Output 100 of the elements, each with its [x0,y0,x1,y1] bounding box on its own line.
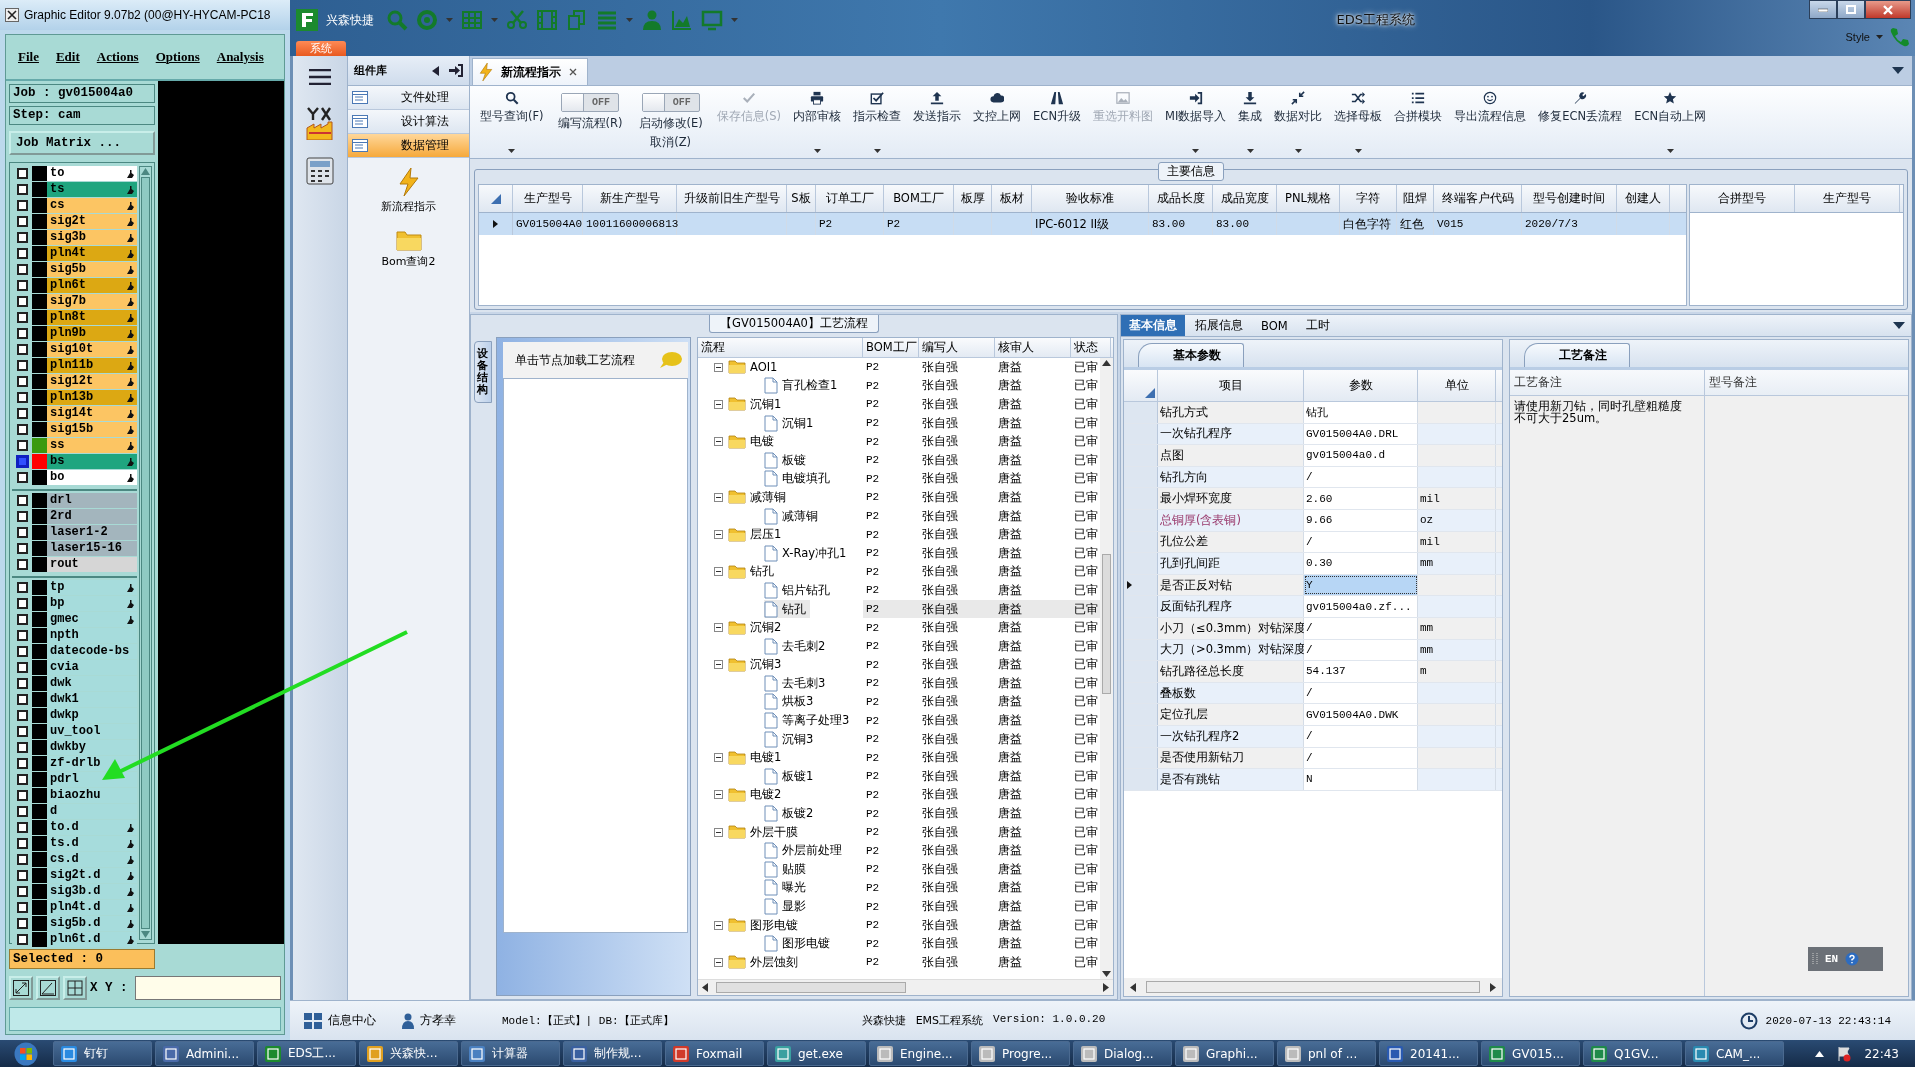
toolbar-button[interactable]: 选择母板 [1328,89,1389,155]
document-tab[interactable]: 新流程指示 [472,58,588,85]
scroll-right-icon[interactable] [1103,983,1109,992]
column-header[interactable]: 生产型号 [513,185,583,212]
layer-checkbox[interactable] [16,184,28,195]
tree-row[interactable]: 减薄铜 P2 张自强 唐益 已审 [698,488,1100,507]
value-field[interactable]: GV015004A0.DWK [1304,704,1418,725]
tree-item[interactable]: 外层蚀刻 [728,953,802,972]
column-header[interactable]: BOM工厂 [863,338,919,357]
measure-tool-button[interactable] [36,976,60,1000]
taskbar-button[interactable]: CAM_... [1685,1041,1784,1066]
column-header[interactable]: 流程 [698,338,863,357]
library-item[interactable]: 数据管理 [348,134,469,158]
dropdown-icon[interactable] [1893,322,1905,329]
layer-checkbox[interactable] [16,678,28,689]
layer-checkbox[interactable] [16,742,28,753]
layer-name[interactable]: d [50,804,58,819]
toolbar-button[interactable]: 型号查询(F) [474,89,550,155]
tree-row[interactable]: 等离子处理3 P2 张自强 唐益 已审 [698,711,1100,730]
value-field[interactable]: / [1304,531,1418,553]
lightning-icon[interactable] [397,168,420,196]
tree-item[interactable]: 减薄铜 [728,488,790,507]
layer-checkbox[interactable] [16,456,28,467]
scrollbar[interactable] [1100,358,1113,979]
sub-tab[interactable]: 基本参数 [1138,343,1244,367]
cancel-link[interactable]: 取消(Z) [650,135,692,150]
layer-checkbox[interactable] [16,694,28,705]
layer-checkbox[interactable] [16,758,28,769]
layer-name[interactable]: bp [50,596,65,611]
collapse-toggle-icon[interactable] [714,660,723,670]
layer-checkbox[interactable] [16,806,28,817]
toolbar-button[interactable]: 导出流程信息 [1448,89,1533,155]
tree-item[interactable]: 烘板3 [764,692,818,712]
value-field[interactable]: N [1304,769,1418,790]
tree-row[interactable]: 沉铜1 P2 张自强 唐益 已审 [698,413,1100,433]
library-item[interactable]: 文件处理 [348,86,469,110]
taskbar-button[interactable]: Dialog... [1073,1041,1172,1066]
shortcut-label[interactable]: 新流程指示 [381,199,436,214]
layer-checkbox[interactable] [16,472,28,483]
sign-in-icon[interactable] [449,64,463,77]
value-field[interactable]: gv015004a0.d [1304,445,1418,466]
layer-name[interactable]: ss [50,438,65,453]
value-field[interactable]: gv015004a0.zf... [1304,596,1418,617]
layer-checkbox[interactable] [16,774,28,785]
tree-item[interactable]: 层压1 [728,525,786,544]
toggle-switch[interactable]: OFF [561,93,620,112]
shortcut-label[interactable]: Bom查询2 [381,254,436,269]
toolbar-button[interactable]: 文控上网 [967,89,1028,155]
tree-row[interactable]: 去毛刺3 P2 张自强 唐益 已审 [698,674,1100,693]
tree-row[interactable]: 电镀2 P2 张自强 唐益 已审 [698,785,1100,805]
tree-item[interactable]: 铝片钻孔 [764,581,834,600]
layer-checkbox[interactable] [16,248,28,259]
value-field[interactable]: / [1304,747,1418,769]
column-header[interactable]: 状态 [1071,338,1111,357]
factory-icon[interactable] [305,106,335,140]
column-header[interactable]: 板材 [992,185,1032,212]
tree-item[interactable]: 图形电镀 [764,934,834,953]
layer-checkbox[interactable] [16,870,28,881]
tree-row[interactable]: 铝片钻孔 P2 张自强 唐益 已审 [698,581,1100,600]
tree-row[interactable]: 贴膜 P2 张自强 唐益 已审 [698,860,1100,879]
column-header[interactable]: 板厚 [954,185,992,212]
layer-checkbox[interactable] [16,511,28,522]
menu-item[interactable]: Analysis [216,49,264,65]
tree-row[interactable]: 沉铜3 P2 张自强 唐益 已审 [698,655,1100,675]
taskbar-button[interactable]: GV015... [1481,1041,1580,1066]
tree-row[interactable]: 电镀 P2 张自强 唐益 已审 [698,432,1100,451]
collapse-toggle-icon[interactable] [714,362,723,372]
tab[interactable]: 工时 [1297,315,1338,336]
column-header[interactable]: 终端客户代码 [1434,185,1522,212]
scrollbar[interactable] [139,166,152,940]
tree-row[interactable]: 钻孔 P2 张自强 唐益 已审 [698,562,1100,582]
scroll-left-icon[interactable] [702,983,708,992]
layer-checkbox[interactable] [16,543,28,554]
column-header[interactable]: 创建人 [1617,185,1670,212]
value-field[interactable]: Y [1304,574,1418,596]
layer-checkbox[interactable] [16,710,28,721]
tree-item[interactable]: 沉铜1 [728,395,786,414]
menu-item[interactable]: Edit [55,49,80,65]
column-header[interactable]: BOM工厂 [884,185,954,212]
tab[interactable]: 基本信息 [1121,315,1185,336]
layer-checkbox[interactable] [16,854,28,865]
layer-checkbox[interactable] [16,168,28,179]
tree-item[interactable]: 电镀 [728,432,778,451]
toolbar-button[interactable]: MI数据导入 [1159,89,1233,155]
column-header[interactable]: PNL规格 [1277,185,1340,212]
column-header[interactable]: 参数 [1304,370,1418,401]
layer-checkbox[interactable] [16,408,28,419]
tree-item[interactable]: 盲孔检查1 [764,376,842,396]
tree-row[interactable]: 显影 P2 张自强 唐益 已审 [698,897,1100,916]
sub-tab[interactable]: 工艺备注 [1524,343,1630,367]
value-field[interactable]: / [1304,617,1418,639]
layer-checkbox[interactable] [16,264,28,275]
collapse-toggle-icon[interactable] [714,437,723,447]
tree-row[interactable]: 沉铜1 P2 张自强 唐益 已审 [698,395,1100,414]
layer-checkbox[interactable] [16,216,28,227]
tree-item[interactable]: 沉铜1 [764,413,818,433]
scrollbar[interactable] [1124,978,1502,996]
collapse-toggle-icon[interactable] [714,827,723,837]
taskbar-clock[interactable]: 22:43 [1864,1046,1899,1061]
column-header[interactable]: 型号创建时间 [1522,185,1617,212]
